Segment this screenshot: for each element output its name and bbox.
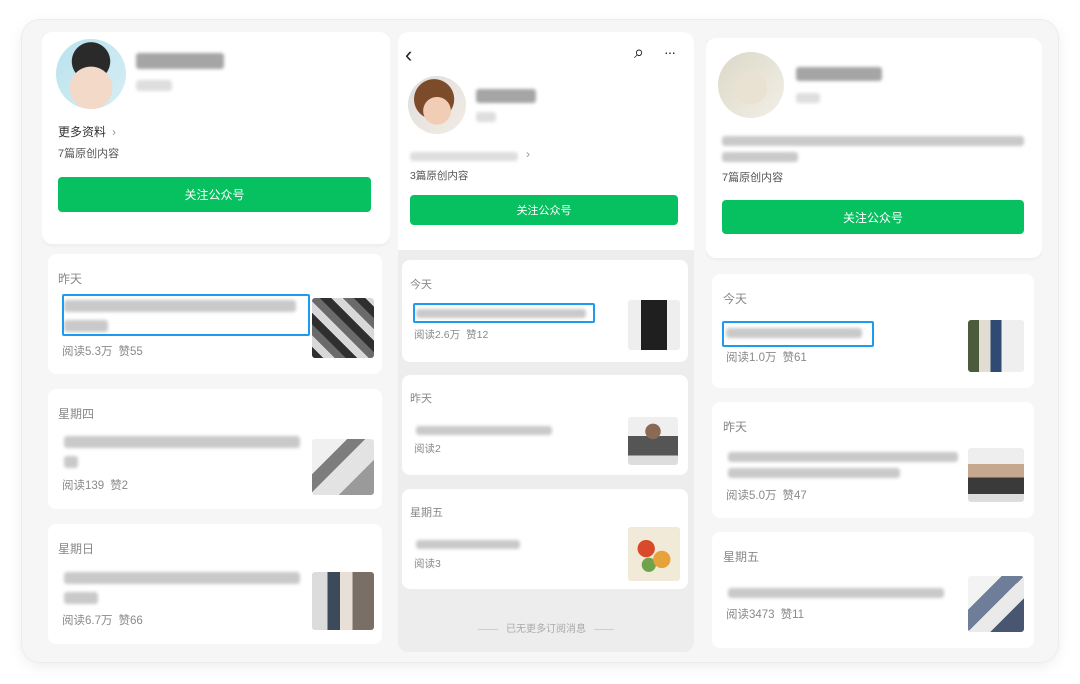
- account-bio-blurred: [722, 136, 1024, 146]
- highlight-box: [722, 321, 874, 347]
- article-title-blurred: [416, 540, 520, 549]
- account-bio-blurred: [722, 152, 798, 162]
- avatar[interactable]: [56, 39, 126, 109]
- account-bio-blurred: [410, 152, 518, 161]
- avatar[interactable]: [408, 76, 466, 134]
- article-date: 星期日: [58, 542, 95, 556]
- article-thumbnail: [628, 527, 680, 581]
- avatar[interactable]: [718, 52, 784, 118]
- article-thumbnail: [312, 439, 374, 495]
- article-thumbnail: [312, 298, 374, 358]
- article-card[interactable]: 星期四 阅读139 赞2: [48, 389, 382, 509]
- article-thumbnail: [968, 576, 1024, 632]
- article-title-blurred: [728, 468, 900, 478]
- article-card[interactable]: 昨天 阅读2: [402, 375, 688, 475]
- article-card[interactable]: 星期日 阅读6.7万 赞66: [48, 524, 382, 644]
- highlight-box: [413, 303, 595, 323]
- article-stats: 阅读2.6万 赞12: [414, 327, 488, 342]
- like-count: 赞12: [466, 329, 489, 341]
- article-title-blurred: [416, 426, 552, 435]
- bio-link[interactable]: ›: [520, 147, 530, 161]
- article-date: 星期四: [58, 407, 95, 421]
- account-location-blurred: [476, 112, 496, 122]
- like-count: 赞2: [110, 480, 129, 492]
- read-count: 阅读5.3万: [62, 346, 113, 358]
- article-stats: 阅读3: [414, 556, 441, 571]
- read-count: 阅读2: [414, 443, 441, 455]
- read-count: 阅读3: [414, 558, 441, 570]
- read-count: 阅读3473: [726, 609, 775, 621]
- back-icon[interactable]: ‹: [405, 44, 412, 66]
- read-count: 阅读5.0万: [726, 490, 777, 502]
- chevron-right-icon: ›: [112, 125, 117, 139]
- follow-button[interactable]: 关注公众号: [58, 177, 371, 212]
- account-panel-right: 7篇原创内容 关注公众号 今天 阅读1.0万 赞61 昨天 阅读5.0万 赞47 星…: [706, 38, 1042, 654]
- article-title-blurred: [64, 592, 98, 604]
- article-stats: 阅读6.7万 赞66: [62, 612, 143, 628]
- article-date: 今天: [410, 279, 432, 291]
- profile-header: ‹ ⌕ ··· › 3篇原创内容 关注公众号: [398, 32, 694, 250]
- original-count: 7篇原创内容: [58, 148, 120, 160]
- more-icon[interactable]: ···: [664, 45, 676, 59]
- account-panel-left: 更多资料 › 7篇原创内容 关注公众号 昨天 阅读5.3万 赞55 星期四 阅读13…: [42, 32, 390, 652]
- article-card[interactable]: 昨天 阅读5.0万 赞47: [712, 402, 1034, 518]
- more-info-link[interactable]: 更多资料 ›: [58, 123, 116, 140]
- more-info-label: 更多资料: [58, 125, 107, 139]
- read-count: 阅读6.7万: [62, 615, 113, 627]
- article-card[interactable]: 今天 阅读1.0万 赞61: [712, 274, 1034, 388]
- original-count: 7篇原创内容: [722, 172, 784, 184]
- article-stats: 阅读5.0万 赞47: [726, 487, 807, 503]
- search-icon[interactable]: ⌕: [634, 43, 644, 61]
- article-card[interactable]: 星期五 阅读3: [402, 489, 688, 589]
- chevron-right-icon: ›: [526, 147, 530, 161]
- article-card[interactable]: 昨天 阅读5.3万 赞55: [48, 254, 382, 374]
- account-location-blurred: [796, 93, 820, 103]
- article-stats: 阅读2: [414, 441, 441, 456]
- read-count: 阅读1.0万: [726, 352, 777, 364]
- article-title-blurred: [728, 588, 944, 598]
- article-thumbnail: [968, 448, 1024, 502]
- article-stats: 阅读139 赞2: [62, 477, 128, 493]
- article-title-blurred: [64, 456, 78, 468]
- like-count: 赞55: [118, 346, 143, 358]
- no-more-messages-note: 已无更多订阅消息: [398, 620, 694, 635]
- article-date: 昨天: [410, 393, 432, 405]
- profile-header: 更多资料 › 7篇原创内容 关注公众号: [42, 32, 390, 244]
- article-title-blurred: [728, 452, 958, 462]
- follow-button[interactable]: 关注公众号: [410, 195, 678, 225]
- account-name-blurred: [476, 89, 536, 103]
- article-thumbnail: [968, 320, 1024, 372]
- account-panel-middle: ‹ ⌕ ··· › 3篇原创内容 关注公众号 今天 阅读2.6万 赞12 昨天 阅…: [398, 32, 694, 652]
- profile-header: 7篇原创内容 关注公众号: [706, 38, 1042, 258]
- like-count: 赞66: [118, 615, 143, 627]
- article-date: 今天: [723, 292, 748, 306]
- read-count: 阅读139: [62, 480, 105, 492]
- read-count: 阅读2.6万: [414, 329, 461, 341]
- article-stats: 阅读1.0万 赞61: [726, 349, 807, 365]
- account-name-blurred: [136, 53, 224, 69]
- account-name-blurred: [796, 67, 882, 81]
- account-location-blurred: [136, 80, 172, 91]
- article-date: 昨天: [58, 272, 83, 286]
- follow-button[interactable]: 关注公众号: [722, 200, 1024, 234]
- article-date: 星期五: [723, 550, 760, 564]
- article-stats: 阅读5.3万 赞55: [62, 343, 143, 359]
- original-count: 3篇原创内容: [410, 170, 469, 182]
- article-thumbnail: [628, 300, 680, 350]
- article-date: 昨天: [723, 420, 748, 434]
- like-count: 赞61: [782, 352, 807, 364]
- article-thumbnail: [628, 417, 678, 465]
- like-count: 赞47: [782, 490, 807, 502]
- article-title-blurred: [64, 436, 300, 448]
- article-title-blurred: [64, 572, 300, 584]
- like-count: 赞11: [780, 609, 805, 621]
- article-date: 星期五: [410, 507, 443, 519]
- article-card[interactable]: 今天 阅读2.6万 赞12: [402, 260, 688, 362]
- highlight-box: [62, 294, 310, 336]
- article-stats: 阅读3473 赞11: [726, 606, 804, 622]
- article-thumbnail: [312, 572, 374, 630]
- article-card[interactable]: 星期五 阅读3473 赞11: [712, 532, 1034, 648]
